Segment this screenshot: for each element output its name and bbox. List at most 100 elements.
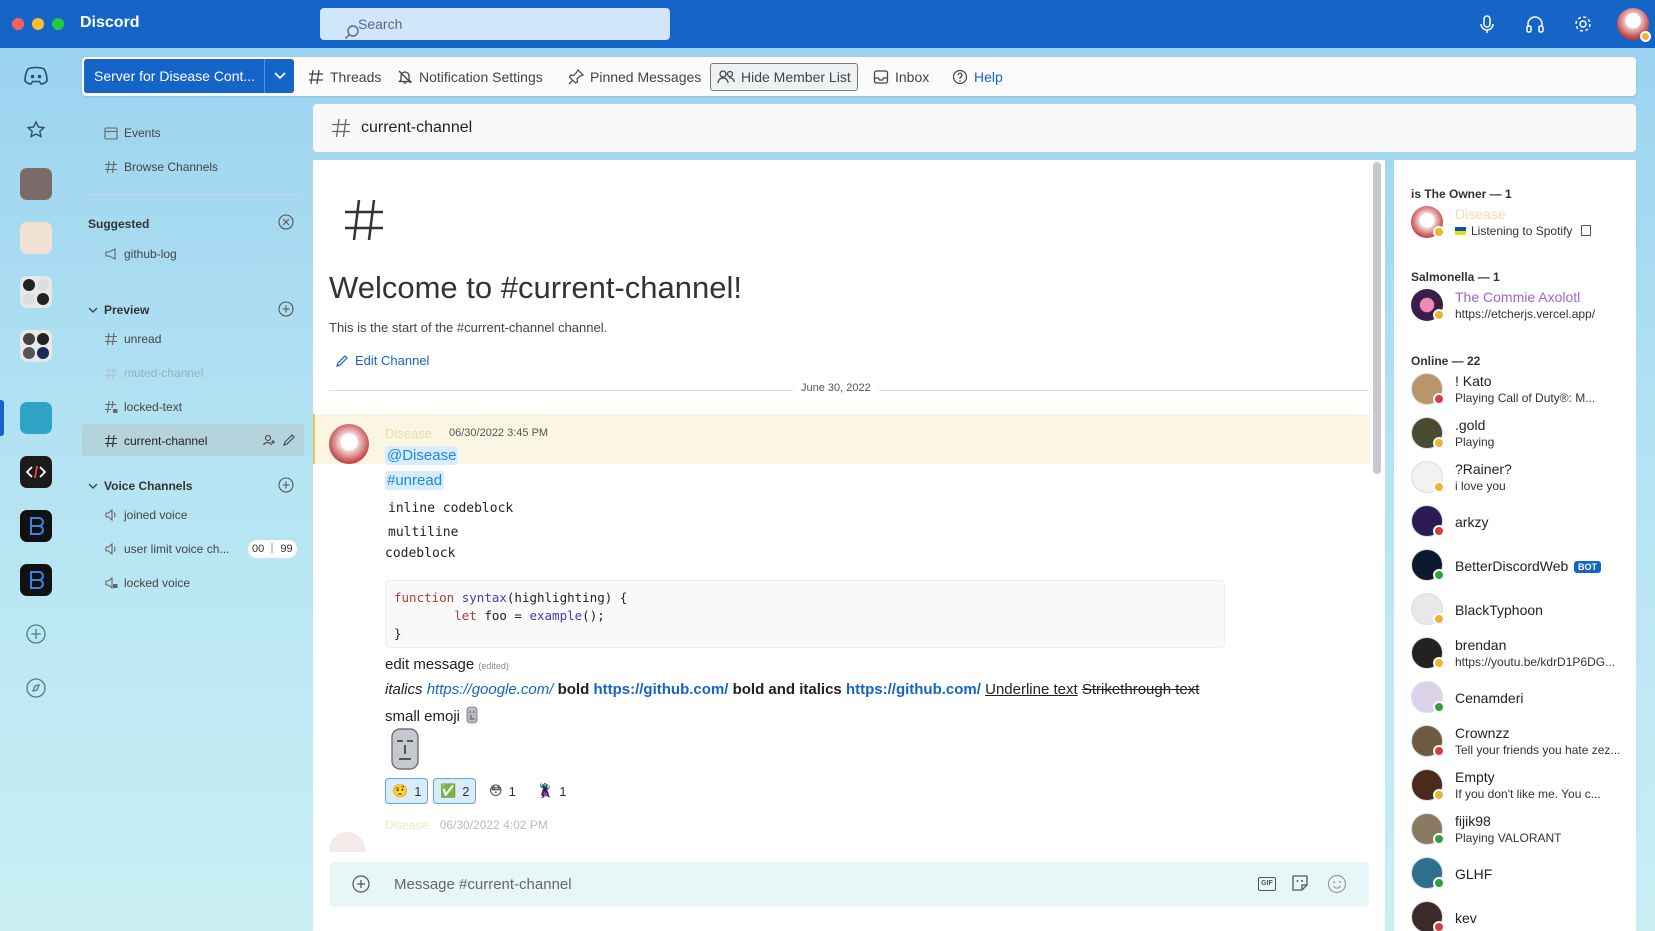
member-item[interactable]: brendan https://youtu.be/kdrD1P6DG... xyxy=(1411,633,1636,673)
gif-picker-icon[interactable]: GIF xyxy=(1258,877,1276,891)
home-discord-icon[interactable] xyxy=(20,60,52,92)
user-mention[interactable]: @Disease xyxy=(385,446,459,465)
headphones-icon[interactable] xyxy=(1524,13,1546,35)
member-item[interactable]: ?Rainer? i love you xyxy=(1411,457,1636,497)
voice-channel-locked-voice[interactable]: locked voice xyxy=(104,573,190,593)
server-icon-1[interactable] xyxy=(20,168,52,200)
voice-channels-category[interactable]: Voice Channels xyxy=(88,479,192,493)
inbox-icon xyxy=(873,69,889,85)
member-activity: Playing Call of Duty®: M... xyxy=(1455,391,1596,405)
member-item[interactable]: Cenamderi xyxy=(1411,677,1636,717)
channel-muted-channel[interactable]: muted-channel xyxy=(104,363,203,383)
link-google[interactable]: https://google.com/ xyxy=(427,681,554,698)
preview-category[interactable]: Preview xyxy=(88,303,149,317)
channel-unread[interactable]: unread xyxy=(104,329,161,349)
voice-user-count-badge: 00 99 xyxy=(248,540,297,558)
create-invite-icon[interactable] xyxy=(262,433,276,447)
member-item[interactable]: Crownzz Tell your friends you hate zez... xyxy=(1411,721,1636,761)
search-input[interactable]: Search xyxy=(320,8,670,40)
reaction-raised-eyebrow[interactable]: 🤨 1 xyxy=(385,778,429,804)
server-dropdown-button[interactable] xyxy=(264,59,294,93)
edit-channel-pencil-icon[interactable] xyxy=(282,433,296,447)
reaction-custom[interactable]: 🦹 1 xyxy=(531,778,572,804)
dismiss-suggested-close-icon[interactable] xyxy=(278,214,294,230)
channel-locked-text[interactable]: locked-text xyxy=(104,397,182,417)
server-folder-1[interactable] xyxy=(20,276,52,308)
message-author-avatar[interactable] xyxy=(329,424,369,464)
help-button[interactable]: Help xyxy=(946,63,1009,91)
chat-area: Welcome to #current-channel! This is the… xyxy=(313,160,1385,931)
emoji-picker-icon[interactable] xyxy=(1327,874,1347,894)
browse-channels-item[interactable]: Browse Channels xyxy=(104,157,218,177)
sticker-icon[interactable] xyxy=(1291,874,1309,892)
reaction-flushed[interactable]: 😳 1 xyxy=(483,778,522,804)
member-name: .gold xyxy=(1455,417,1486,433)
edit-channel-link[interactable]: Edit Channel xyxy=(335,353,429,368)
voice-channel-joined-voice[interactable]: joined voice xyxy=(104,505,187,525)
member-item[interactable]: arkzy xyxy=(1411,501,1636,541)
maximize-window-button[interactable] xyxy=(52,18,64,30)
notification-settings-button[interactable]: Notification Settings xyxy=(391,63,549,91)
server-icon-2[interactable] xyxy=(20,222,52,254)
server-icon-current[interactable] xyxy=(20,402,52,434)
hide-member-list-button[interactable]: Hide Member List xyxy=(710,63,858,91)
member-item[interactable]: fijik98 Playing VALORANT xyxy=(1411,809,1636,849)
server-name-button[interactable]: Server for Disease Cont... xyxy=(84,59,264,93)
server-folder-2[interactable] xyxy=(20,330,52,362)
reaction-check-mark[interactable]: ✅ 2 xyxy=(433,778,477,804)
member-item[interactable]: kev xyxy=(1411,897,1636,931)
member-activity: Listening to Spotify xyxy=(1455,224,1591,238)
favorites-star-icon[interactable] xyxy=(20,114,52,146)
pinned-messages-button[interactable]: Pinned Messages xyxy=(562,63,707,91)
add-channel-plus-icon[interactable] xyxy=(278,301,294,317)
member-item[interactable]: The Commie Axolotl https://etcherjs.verc… xyxy=(1411,285,1636,325)
channel-label: current-channel xyxy=(124,434,208,448)
settings-gear-icon[interactable] xyxy=(1572,13,1594,35)
member-item[interactable]: ! Kato Playing Call of Duty®: M... xyxy=(1411,369,1636,409)
message-author-name[interactable]: Disease xyxy=(385,426,432,441)
message-composer[interactable]: Message #current-channel GIF xyxy=(330,862,1369,907)
ukraine-flag-icon xyxy=(1455,227,1466,235)
message-input[interactable]: Message #current-channel xyxy=(394,876,572,893)
close-window-button[interactable] xyxy=(12,18,24,30)
reaction-count: 1 xyxy=(414,783,422,799)
link-github[interactable]: https://github.com/ xyxy=(593,681,728,698)
next-message-author[interactable]: Disease xyxy=(385,818,428,832)
server-icon-bd[interactable] xyxy=(20,510,52,542)
explore-compass-icon[interactable] xyxy=(20,672,52,704)
server-icon-bd-2[interactable] xyxy=(20,564,52,596)
next-message-avatar[interactable] xyxy=(329,832,365,852)
channel-label: muted-channel xyxy=(124,366,204,380)
speaker-icon xyxy=(104,508,118,522)
member-item[interactable]: BetterDiscordWeb BOT xyxy=(1411,545,1636,585)
member-item[interactable]: BlackTyphoon xyxy=(1411,589,1636,629)
member-activity: i love you xyxy=(1455,479,1506,493)
inbox-button[interactable]: Inbox xyxy=(867,63,935,91)
member-item[interactable]: .gold Playing xyxy=(1411,413,1636,453)
add-voice-channel-plus-icon[interactable] xyxy=(278,477,294,493)
events-label: Events xyxy=(124,126,161,140)
user-avatar[interactable] xyxy=(1617,8,1651,42)
channel-mention[interactable]: #unread xyxy=(385,471,445,490)
threads-button[interactable]: Threads xyxy=(302,63,387,91)
voice-channel-user-limit[interactable]: user limit voice ch... xyxy=(104,539,229,559)
member-item[interactable]: Empty If you don't like me. You c... xyxy=(1411,765,1636,805)
events-item[interactable]: Events xyxy=(104,123,161,143)
minimize-window-button[interactable] xyxy=(32,18,44,30)
chat-scrollbar[interactable] xyxy=(1373,162,1381,474)
attach-plus-icon[interactable] xyxy=(352,875,370,893)
channel-github-log[interactable]: github-log xyxy=(104,244,177,264)
channel-current-channel[interactable]: current-channel xyxy=(104,431,207,451)
server-icon-code[interactable] xyxy=(20,456,52,488)
add-server-icon[interactable] xyxy=(20,618,52,650)
member-list: is The Owner — 1 Disease Listening to Sp… xyxy=(1394,160,1636,931)
channel-label: joined voice xyxy=(124,508,188,522)
link-github-2[interactable]: https://github.com/ xyxy=(846,681,981,698)
member-item[interactable]: Disease Listening to Spotify xyxy=(1411,202,1636,242)
member-item[interactable]: GLHF xyxy=(1411,853,1636,893)
member-name: ! Kato xyxy=(1455,373,1492,389)
member-name: ?Rainer? xyxy=(1455,461,1512,477)
microphone-icon[interactable] xyxy=(1476,13,1498,35)
member-activity: Playing VALORANT xyxy=(1455,831,1562,845)
threads-label: Threads xyxy=(330,69,382,85)
